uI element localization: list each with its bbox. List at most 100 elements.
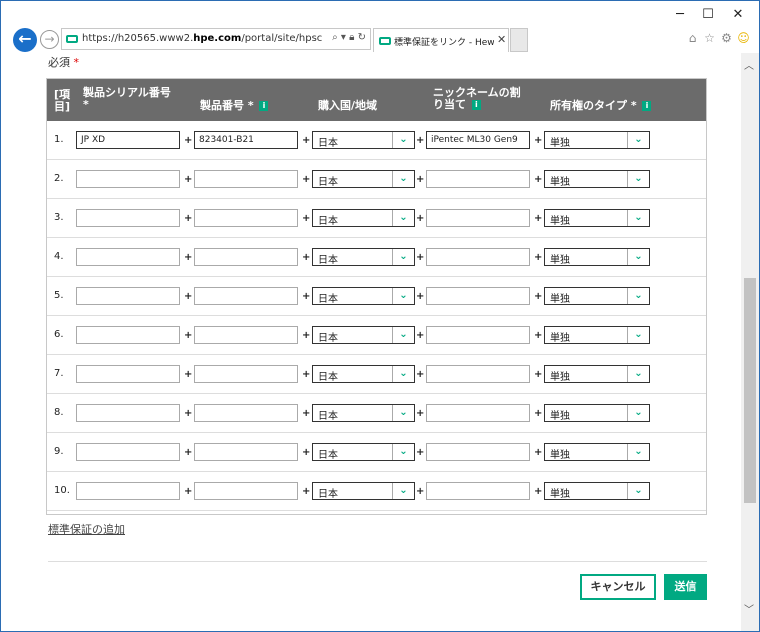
chevron-down-icon[interactable]: ⌄: [392, 405, 414, 421]
smiley-icon[interactable]: ☺: [735, 31, 752, 45]
ownership-select[interactable]: 単独 ⌄: [544, 131, 650, 149]
chevron-down-icon[interactable]: ⌄: [627, 288, 649, 304]
country-select[interactable]: 日本 ⌄: [312, 287, 415, 305]
product-number-input[interactable]: [194, 209, 298, 227]
product-number-input[interactable]: [194, 248, 298, 266]
chevron-down-icon[interactable]: ⌄: [627, 444, 649, 460]
nickname-input[interactable]: [426, 287, 530, 305]
scroll-down-icon[interactable]: ﹀: [744, 601, 754, 616]
serial-number-input[interactable]: [76, 170, 180, 188]
table-row: 1. JP XD +823401-B21 + 日本 ⌄ + iPentec ML30 Gen9…: [47, 121, 706, 160]
chevron-down-icon[interactable]: ⌄: [392, 483, 414, 499]
chevron-down-icon[interactable]: ▾: [341, 32, 346, 43]
tab-close-icon[interactable]: ✕: [497, 33, 506, 46]
chevron-down-icon[interactable]: ⌄: [392, 366, 414, 382]
forward-arrow-icon[interactable]: →: [40, 30, 59, 49]
nickname-input[interactable]: iPentec ML30 Gen9: [426, 131, 530, 149]
product-number-input[interactable]: [194, 170, 298, 188]
serial-number-input[interactable]: [76, 365, 180, 383]
country-select[interactable]: 日本 ⌄: [312, 170, 415, 188]
gear-icon[interactable]: ⚙: [718, 31, 735, 45]
country-select[interactable]: 日本 ⌄: [312, 209, 415, 227]
product-number-input[interactable]: [194, 404, 298, 422]
ownership-select[interactable]: 単独 ⌄: [544, 365, 650, 383]
serial-number-input[interactable]: [76, 443, 180, 461]
ownership-select[interactable]: 単独 ⌄: [544, 287, 650, 305]
chevron-down-icon[interactable]: ⌄: [627, 483, 649, 499]
country-select[interactable]: 日本 ⌄: [312, 248, 415, 266]
scroll-up-icon[interactable]: ︿: [744, 57, 754, 72]
country-select[interactable]: 日本 ⌄: [312, 482, 415, 500]
product-number-input[interactable]: [194, 443, 298, 461]
search-icon[interactable]: ⌕: [332, 32, 338, 43]
chevron-down-icon[interactable]: ⌄: [392, 327, 414, 343]
nickname-input[interactable]: [426, 404, 530, 422]
chevron-down-icon[interactable]: ⌄: [392, 210, 414, 226]
refresh-icon[interactable]: ↻: [358, 32, 366, 43]
chevron-down-icon[interactable]: ⌄: [392, 288, 414, 304]
ownership-select[interactable]: 単独 ⌄: [544, 170, 650, 188]
info-icon[interactable]: i: [471, 100, 481, 110]
ownership-select[interactable]: 単独 ⌄: [544, 404, 650, 422]
lock-icon[interactable]: 🔒︎: [349, 32, 354, 43]
nickname-input[interactable]: [426, 209, 530, 227]
country-select[interactable]: 日本 ⌄: [312, 443, 415, 461]
chevron-down-icon[interactable]: ⌄: [627, 366, 649, 382]
serial-number-input[interactable]: JP XD: [76, 131, 180, 149]
product-number-input[interactable]: [194, 365, 298, 383]
chevron-down-icon[interactable]: ⌄: [627, 327, 649, 343]
maximize-button[interactable]: ☐: [693, 7, 723, 23]
submit-button[interactable]: 送信: [664, 574, 707, 600]
home-icon[interactable]: ⌂: [684, 31, 701, 45]
nickname-input[interactable]: [426, 170, 530, 188]
serial-number-input[interactable]: [76, 209, 180, 227]
product-number-input[interactable]: [194, 482, 298, 500]
chevron-down-icon[interactable]: ⌄: [627, 171, 649, 187]
chevron-down-icon[interactable]: ⌄: [627, 405, 649, 421]
product-number-input[interactable]: 823401-B21: [194, 131, 298, 149]
ownership-select[interactable]: 単独 ⌄: [544, 443, 650, 461]
product-number-input[interactable]: [194, 287, 298, 305]
minimize-button[interactable]: ─: [665, 7, 695, 23]
nickname-input[interactable]: [426, 248, 530, 266]
chevron-down-icon[interactable]: ⌄: [392, 171, 414, 187]
product-number-input[interactable]: [194, 326, 298, 344]
cancel-button[interactable]: キャンセル: [580, 574, 656, 600]
info-icon[interactable]: i: [259, 101, 269, 111]
chevron-down-icon[interactable]: ⌄: [392, 249, 414, 265]
tab-active[interactable]: 標準保証をリンク - Hewlett P... ✕: [373, 28, 509, 52]
country-select[interactable]: 日本 ⌄: [312, 404, 415, 422]
vertical-scrollbar[interactable]: ︿ ﹀: [741, 53, 759, 631]
close-window-button[interactable]: ✕: [723, 7, 753, 23]
address-bar[interactable]: https://h20565.www2.hpe.com/portal/site/…: [61, 28, 371, 50]
country-select[interactable]: 日本 ⌄: [312, 365, 415, 383]
chevron-down-icon[interactable]: ⌄: [627, 210, 649, 226]
nickname-input[interactable]: [426, 365, 530, 383]
chevron-down-icon[interactable]: ⌄: [392, 444, 414, 460]
chevron-down-icon[interactable]: ⌄: [627, 249, 649, 265]
nickname-input[interactable]: [426, 443, 530, 461]
country-select[interactable]: 日本 ⌄: [312, 131, 415, 149]
ownership-select[interactable]: 単独 ⌄: [544, 326, 650, 344]
ownership-select[interactable]: 単独 ⌄: [544, 482, 650, 500]
plus-separator: +: [184, 408, 193, 419]
ownership-select[interactable]: 単独 ⌄: [544, 209, 650, 227]
new-tab-button[interactable]: [510, 28, 528, 52]
serial-number-input[interactable]: [76, 404, 180, 422]
plus-separator: +: [302, 447, 311, 458]
serial-number-input[interactable]: [76, 482, 180, 500]
chevron-down-icon[interactable]: ⌄: [627, 132, 649, 148]
back-arrow-icon[interactable]: ←: [13, 28, 37, 52]
serial-number-input[interactable]: [76, 287, 180, 305]
info-icon[interactable]: i: [642, 101, 652, 111]
nickname-input[interactable]: [426, 482, 530, 500]
add-warranty-link[interactable]: 標準保証の追加: [48, 521, 125, 537]
scrollbar-thumb[interactable]: [744, 278, 756, 503]
serial-number-input[interactable]: [76, 326, 180, 344]
chevron-down-icon[interactable]: ⌄: [392, 132, 414, 148]
nickname-input[interactable]: [426, 326, 530, 344]
ownership-select[interactable]: 単独 ⌄: [544, 248, 650, 266]
country-select[interactable]: 日本 ⌄: [312, 326, 415, 344]
star-icon[interactable]: ☆: [701, 31, 718, 45]
serial-number-input[interactable]: [76, 248, 180, 266]
